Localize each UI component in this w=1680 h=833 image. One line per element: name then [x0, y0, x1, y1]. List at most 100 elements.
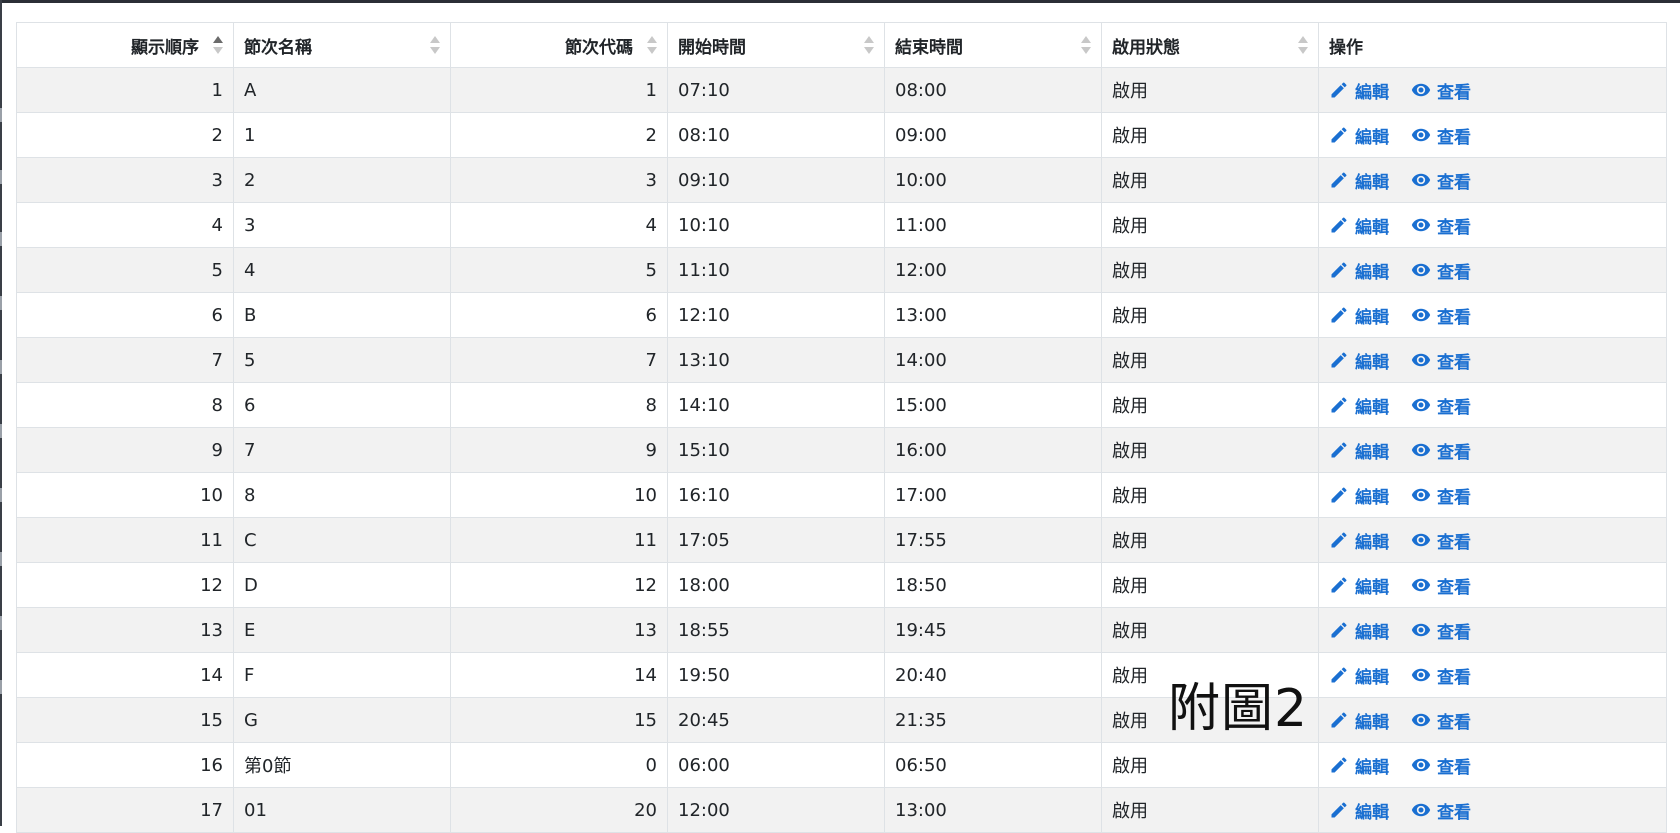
period-code-cell: 14 [450, 652, 668, 698]
view-button[interactable]: 查看 [1411, 798, 1471, 823]
period-code-cell: 8 [450, 382, 668, 428]
view-button[interactable]: 查看 [1411, 483, 1471, 508]
view-label: 查看 [1437, 82, 1471, 103]
edit-button[interactable]: 編輯 [1329, 438, 1389, 463]
view-label: 查看 [1437, 802, 1471, 823]
edit-button[interactable]: 編輯 [1329, 78, 1389, 103]
edit-button[interactable]: 編輯 [1329, 168, 1389, 193]
view-button[interactable]: 查看 [1411, 573, 1471, 598]
column-header-start-time[interactable]: 開始時間 [667, 22, 885, 68]
actions-cell: 編輯 查看 [1318, 742, 1667, 788]
pencil-icon [1329, 125, 1349, 145]
actions-cell: 編輯 查看 [1318, 472, 1667, 518]
period-name-cell: 3 [233, 202, 451, 248]
view-button[interactable]: 查看 [1411, 393, 1471, 418]
edit-button[interactable]: 編輯 [1329, 303, 1389, 328]
edit-button[interactable]: 編輯 [1329, 348, 1389, 373]
view-button[interactable]: 查看 [1411, 168, 1471, 193]
sort-icon[interactable] [647, 36, 657, 56]
view-label: 查看 [1437, 397, 1471, 418]
view-button[interactable]: 查看 [1411, 618, 1471, 643]
end-time-cell: 16:00 [884, 427, 1102, 473]
period-code-cell: 13 [450, 607, 668, 653]
eye-icon [1411, 170, 1431, 190]
row-actions: 編輯 查看 [1320, 393, 1666, 418]
row-actions: 編輯 查看 [1320, 348, 1666, 373]
enabled-status-cell: 啟用 [1101, 67, 1319, 113]
edit-button[interactable]: 編輯 [1329, 213, 1389, 238]
actions-cell: 編輯 查看 [1318, 562, 1667, 608]
edit-button[interactable]: 編輯 [1329, 123, 1389, 148]
column-header-end-time[interactable]: 結束時間 [884, 22, 1102, 68]
row-actions: 編輯 查看 [1320, 303, 1666, 328]
column-header-period-name[interactable]: 節次名稱 [233, 22, 451, 68]
row-actions: 編輯 查看 [1320, 708, 1666, 733]
table-row: 9 7 9 15:10 16:00 啟用 編輯 查看 [16, 427, 1667, 473]
start-time-cell: 18:00 [667, 562, 885, 608]
period-name-cell: 1 [233, 112, 451, 158]
end-time-cell: 17:00 [884, 472, 1102, 518]
enabled-status-cell: 啟用 [1101, 472, 1319, 518]
column-header-label: 啟用狀態 [1112, 37, 1180, 58]
view-label: 查看 [1437, 532, 1471, 553]
sort-icon[interactable] [430, 36, 440, 56]
display-order-cell: 5 [16, 247, 234, 293]
column-header-period-code[interactable]: 節次代碼 [450, 22, 668, 68]
view-button[interactable]: 查看 [1411, 78, 1471, 103]
column-header-enabled-status[interactable]: 啟用狀態 [1101, 22, 1319, 68]
end-time-cell: 19:45 [884, 607, 1102, 653]
view-label: 查看 [1437, 262, 1471, 283]
view-button[interactable]: 查看 [1411, 438, 1471, 463]
view-button[interactable]: 查看 [1411, 348, 1471, 373]
edit-button[interactable]: 編輯 [1329, 258, 1389, 283]
sort-icon[interactable] [1298, 36, 1308, 56]
column-header-actions: 操作 [1318, 22, 1667, 68]
start-time-cell: 20:45 [667, 697, 885, 743]
edit-button[interactable]: 編輯 [1329, 483, 1389, 508]
period-name-cell: 7 [233, 427, 451, 473]
view-button[interactable]: 查看 [1411, 258, 1471, 283]
edit-button[interactable]: 編輯 [1329, 798, 1389, 823]
view-button[interactable]: 查看 [1411, 123, 1471, 148]
edit-button[interactable]: 編輯 [1329, 663, 1389, 688]
view-button[interactable]: 查看 [1411, 753, 1471, 778]
view-label: 查看 [1437, 622, 1471, 643]
column-header-display-order[interactable]: 顯示順序 [16, 22, 234, 68]
window-top-border [0, 0, 1680, 3]
edit-button[interactable]: 編輯 [1329, 573, 1389, 598]
column-header-label: 節次代碼 [565, 37, 633, 58]
period-name-cell: A [233, 67, 451, 113]
sort-icon[interactable] [864, 36, 874, 56]
pencil-icon [1329, 710, 1349, 730]
edit-button[interactable]: 編輯 [1329, 393, 1389, 418]
period-name-cell: 6 [233, 382, 451, 428]
display-order-cell: 11 [16, 517, 234, 563]
edit-button[interactable]: 編輯 [1329, 528, 1389, 553]
sort-asc-icon[interactable] [213, 36, 223, 56]
view-button[interactable]: 查看 [1411, 303, 1471, 328]
actions-cell: 編輯 查看 [1318, 112, 1667, 158]
view-button[interactable]: 查看 [1411, 528, 1471, 553]
period-name-cell: 5 [233, 337, 451, 383]
sort-icon[interactable] [1081, 36, 1091, 56]
view-label: 查看 [1437, 712, 1471, 733]
edit-button[interactable]: 編輯 [1329, 618, 1389, 643]
edit-button[interactable]: 編輯 [1329, 753, 1389, 778]
eye-icon [1411, 260, 1431, 280]
view-button[interactable]: 查看 [1411, 708, 1471, 733]
pencil-icon [1329, 395, 1349, 415]
column-header-label: 開始時間 [678, 37, 746, 58]
view-button[interactable]: 查看 [1411, 663, 1471, 688]
table-row: 16 第0節 0 06:00 06:50 啟用 編輯 查看 [16, 742, 1667, 788]
table-row: 1 A 1 07:10 08:00 啟用 編輯 查看 [16, 67, 1667, 113]
edit-button[interactable]: 編輯 [1329, 708, 1389, 733]
view-button[interactable]: 查看 [1411, 213, 1471, 238]
end-time-cell: 12:00 [884, 247, 1102, 293]
table-row: 10 8 10 16:10 17:00 啟用 編輯 查看 [16, 472, 1667, 518]
pencil-icon [1329, 305, 1349, 325]
start-time-cell: 10:10 [667, 202, 885, 248]
period-name-cell: 2 [233, 157, 451, 203]
pencil-icon [1329, 215, 1349, 235]
edit-label: 編輯 [1355, 532, 1389, 553]
table-row: 5 4 5 11:10 12:00 啟用 編輯 查看 [16, 247, 1667, 293]
